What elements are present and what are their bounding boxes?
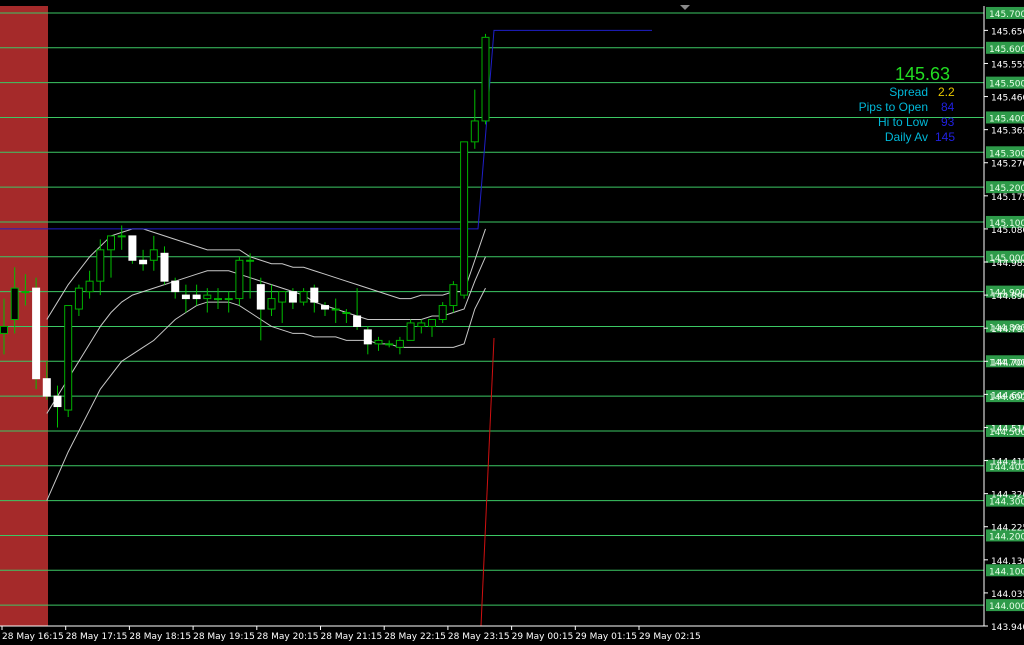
candle-body (53, 395, 62, 408)
candle-body (128, 235, 137, 261)
candle-body (139, 259, 148, 265)
price-level-label: 145.700 (989, 10, 1024, 20)
daily-av-value: 145 (935, 130, 956, 144)
candle-body (160, 252, 169, 282)
hi-to-low-label: Hi to Low (877, 115, 928, 129)
candle-body (288, 291, 297, 303)
time-axis-label: 29 May 01:15 (575, 632, 637, 642)
price-level-label: 144.000 (989, 602, 1024, 612)
price-axis-tick-label: 145.365 (991, 127, 1024, 137)
price-axis-tick-label: 144.130 (991, 557, 1024, 567)
candle-body (460, 141, 469, 296)
price-level-label: 145.500 (989, 80, 1024, 90)
price-axis-tick-label: 145.650 (991, 27, 1024, 37)
price-axis-tick-label: 144.035 (991, 590, 1024, 600)
pips-to-open-label: Pips to Open (858, 100, 928, 114)
price-axis-tick-label: 144.700 (991, 358, 1024, 368)
candle-body (32, 287, 41, 380)
candle-body (21, 291, 30, 294)
price-axis-tick-label: 144.320 (991, 491, 1024, 501)
current-price: 145.63 (895, 64, 951, 84)
candle-body (299, 291, 308, 303)
price-axis-tick-label: 145.080 (991, 226, 1024, 236)
time-axis-label: 28 May 16:15 (2, 632, 64, 642)
candle-body (171, 280, 180, 293)
candle-body (374, 339, 383, 345)
time-axis-label: 28 May 23:15 (448, 632, 510, 642)
candle-body (0, 325, 8, 334)
candle-body (331, 308, 340, 311)
candle-body (481, 36, 490, 122)
spread-label: Spread (889, 85, 928, 99)
price-axis-tick-label: 145.460 (991, 94, 1024, 104)
time-axis-label: 29 May 00:15 (512, 632, 574, 642)
candle-body (214, 298, 222, 301)
price-level-label: 145.300 (989, 149, 1024, 159)
candle-body (192, 294, 201, 300)
candle-body (10, 287, 19, 320)
price-axis-tick-label: 144.795 (991, 325, 1024, 335)
candle-body (117, 235, 126, 238)
price-axis-tick-label: 143.940 (991, 623, 1024, 633)
candle-body (278, 291, 287, 303)
candle-body (470, 120, 479, 143)
price-axis-tick-label: 144.605 (991, 391, 1024, 401)
price-level-label: 144.100 (989, 567, 1024, 577)
hi-to-low-value: 93 (941, 115, 955, 129)
candle-body (235, 259, 244, 300)
candle-body (385, 343, 394, 346)
candle-body (449, 284, 458, 307)
candle-body (203, 294, 212, 300)
price-axis-tick-label: 144.890 (991, 292, 1024, 302)
candle-body (256, 284, 265, 310)
candle-body (74, 287, 83, 310)
candle-body (353, 315, 362, 327)
time-axis-label: 28 May 22:15 (384, 632, 446, 642)
candle-body (246, 259, 255, 262)
session-red-zone (0, 6, 48, 626)
candle-body (406, 322, 415, 341)
price-level-label: 144.200 (989, 532, 1024, 542)
candle-body (107, 235, 115, 251)
price-axis-tick-label: 145.175 (991, 193, 1024, 203)
price-axis-tick-label: 145.555 (991, 60, 1024, 70)
price-level-label: 145.400 (989, 114, 1024, 124)
candle-body (181, 294, 190, 300)
time-axis-label: 28 May 18:15 (129, 632, 191, 642)
price-axis-tick-label: 144.510 (991, 424, 1024, 434)
time-axis-label: 28 May 17:15 (66, 632, 128, 642)
candle-body (64, 305, 73, 411)
time-axis-label: 29 May 02:15 (639, 632, 701, 642)
spread-value: 2.2 (938, 85, 955, 99)
candle-body (149, 249, 158, 261)
candle-body (224, 298, 233, 301)
price-level-label: 145.600 (989, 45, 1024, 55)
candle-body (395, 339, 404, 348)
price-axis-tick-label: 144.225 (991, 524, 1024, 534)
price-axis-tick-label: 145.270 (991, 160, 1024, 170)
candle-body (438, 305, 447, 320)
time-axis-label: 28 May 21:15 (321, 632, 383, 642)
candle-body (96, 249, 105, 282)
chart-background (0, 0, 1024, 645)
candle-body (42, 378, 51, 397)
candle-body (342, 312, 351, 315)
candle-body (321, 305, 329, 310)
price-axis-tick-label: 144.985 (991, 259, 1024, 269)
candle-body (363, 329, 372, 345)
candle-body (267, 298, 276, 310)
candle-body (85, 280, 94, 293)
candle-body (417, 322, 426, 327)
candle-body (310, 287, 319, 303)
candlestick-chart: 145.700 145.600 145.500 145.400 145.300145.2… (0, 0, 1024, 645)
daily-av-label: Daily Av (884, 130, 928, 144)
time-axis-label: 28 May 19:15 (193, 632, 255, 642)
price-axis-tick-label: 144.415 (991, 458, 1024, 468)
pips-to-open-value: 84 (941, 100, 955, 114)
candle-body (428, 318, 436, 327)
time-axis-label: 28 May 20:15 (257, 632, 319, 642)
